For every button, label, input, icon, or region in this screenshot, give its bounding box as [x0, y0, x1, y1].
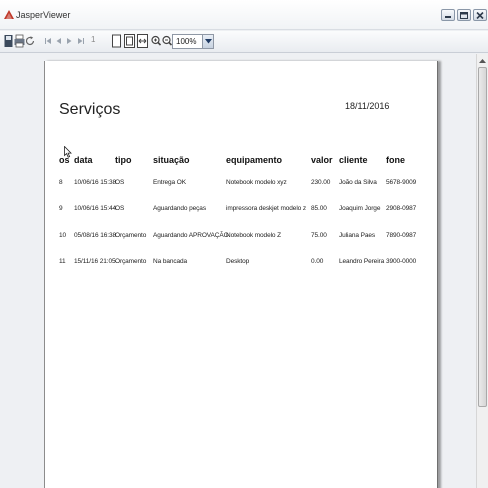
printer-icon — [14, 34, 25, 48]
column-header-fone: fone — [386, 155, 405, 165]
cell-situacao: Entrega OK — [153, 179, 186, 186]
print-button[interactable] — [14, 34, 25, 50]
close-button[interactable] — [473, 9, 487, 21]
title-bar: JasperViewer — [0, 0, 488, 30]
zoom-in-button[interactable] — [151, 34, 161, 50]
fit-page-icon — [124, 34, 135, 48]
scrollbar-thumb[interactable] — [478, 67, 487, 407]
cell-data: 15/11/16 21:05 — [74, 258, 116, 265]
previous-page-icon — [56, 38, 61, 44]
next-page-button[interactable] — [66, 34, 73, 50]
cell-valor: 85.00 — [311, 205, 327, 212]
cell-valor: 75.00 — [311, 232, 327, 239]
cell-os: 10 — [59, 232, 67, 239]
vertical-scrollbar[interactable] — [476, 54, 488, 488]
jasper-logo-icon — [4, 10, 14, 19]
cell-os: 9 — [59, 205, 63, 212]
cell-fone: 7890-0987 — [386, 232, 417, 239]
cell-equipamento: Notebook modelo xyz — [226, 179, 287, 186]
column-header-equipamento: equipamento — [226, 155, 283, 165]
maximize-icon — [460, 12, 468, 19]
save-icon — [4, 35, 13, 47]
cell-cliente: Joaquim Jorge — [339, 205, 381, 212]
cell-cliente: Leandro Pereira — [339, 258, 385, 265]
column-header-situacao: situação — [153, 155, 190, 165]
cell-cliente: João da Silva — [339, 179, 377, 186]
report-viewport[interactable]: Serviços 18/11/2016 os data tipo situaçã… — [0, 54, 476, 488]
cell-tipo: OS — [115, 205, 125, 212]
jasper-viewer-window: JasperViewer 1 100% Serviços 18/11/2016 … — [0, 0, 488, 488]
cell-fone: 3900-0000 — [386, 258, 417, 265]
column-header-data: data — [74, 155, 93, 165]
zoom-select[interactable]: 100% — [172, 34, 214, 49]
report-title: Serviços — [59, 101, 121, 118]
fit-width-icon — [137, 34, 148, 48]
column-header-tipo: tipo — [115, 155, 132, 165]
reload-button[interactable] — [26, 34, 35, 50]
cell-os: 8 — [59, 179, 63, 186]
mouse-cursor-icon — [64, 146, 72, 158]
page-number-field[interactable]: 1 — [89, 35, 107, 48]
close-icon — [476, 12, 484, 19]
cell-situacao: Aguardando peças — [153, 205, 206, 212]
cell-data: 05/08/16 16:38 — [74, 232, 116, 239]
column-header-valor: valor — [311, 155, 333, 165]
zoom-dropdown-button[interactable] — [202, 35, 213, 48]
cell-equipamento: impressora deskjet modelo z — [226, 205, 307, 212]
cell-data: 10/06/16 15:44 — [74, 205, 116, 212]
window-title: JasperViewer — [16, 10, 71, 20]
cell-valor: 230.00 — [311, 179, 331, 186]
minimize-button[interactable] — [441, 9, 455, 21]
minimize-icon — [445, 16, 451, 18]
cell-equipamento: Desktop — [226, 258, 250, 265]
next-page-icon — [67, 38, 72, 44]
zoom-value: 100% — [176, 37, 197, 46]
cell-tipo: OS — [115, 179, 125, 186]
actual-size-button[interactable] — [112, 34, 121, 50]
save-button[interactable] — [4, 34, 13, 50]
fit-page-button[interactable] — [124, 34, 135, 50]
column-header-cliente: cliente — [339, 155, 368, 165]
zoom-in-icon — [151, 35, 161, 46]
cell-situacao: Na bancada — [153, 258, 188, 265]
cell-valor: 0.00 — [311, 258, 324, 265]
cell-fone: 2908-0987 — [386, 205, 417, 212]
cell-equipamento: Notebook modelo Z — [226, 232, 282, 239]
actual-size-icon — [112, 34, 121, 48]
chevron-up-icon — [479, 59, 486, 63]
cell-tipo: Orçamento — [115, 232, 147, 239]
toolbar: 1 100% — [0, 31, 488, 53]
zoom-out-button[interactable] — [162, 34, 172, 50]
last-page-button[interactable] — [77, 34, 85, 50]
cell-situacao: Aguardando APROVAÇÃO — [153, 232, 229, 239]
first-page-button[interactable] — [44, 34, 52, 50]
last-page-icon — [78, 38, 84, 44]
previous-page-button[interactable] — [55, 34, 62, 50]
first-page-icon — [45, 38, 51, 44]
report-date: 18/11/2016 — [345, 101, 390, 111]
cell-tipo: Orçamento — [115, 258, 147, 265]
maximize-button[interactable] — [457, 9, 471, 21]
fit-width-button[interactable] — [137, 34, 148, 50]
cell-fone: 5678-9009 — [386, 179, 417, 186]
report-page: Serviços 18/11/2016 os data tipo situaçã… — [44, 61, 438, 488]
chevron-down-icon — [205, 39, 212, 44]
cell-cliente: Juliana Paes — [339, 232, 376, 239]
reload-icon — [26, 36, 35, 46]
scroll-up-button[interactable] — [477, 54, 488, 66]
cell-os: 11 — [59, 258, 66, 265]
cell-data: 10/06/16 15:38 — [74, 179, 116, 186]
zoom-out-icon — [162, 35, 172, 46]
